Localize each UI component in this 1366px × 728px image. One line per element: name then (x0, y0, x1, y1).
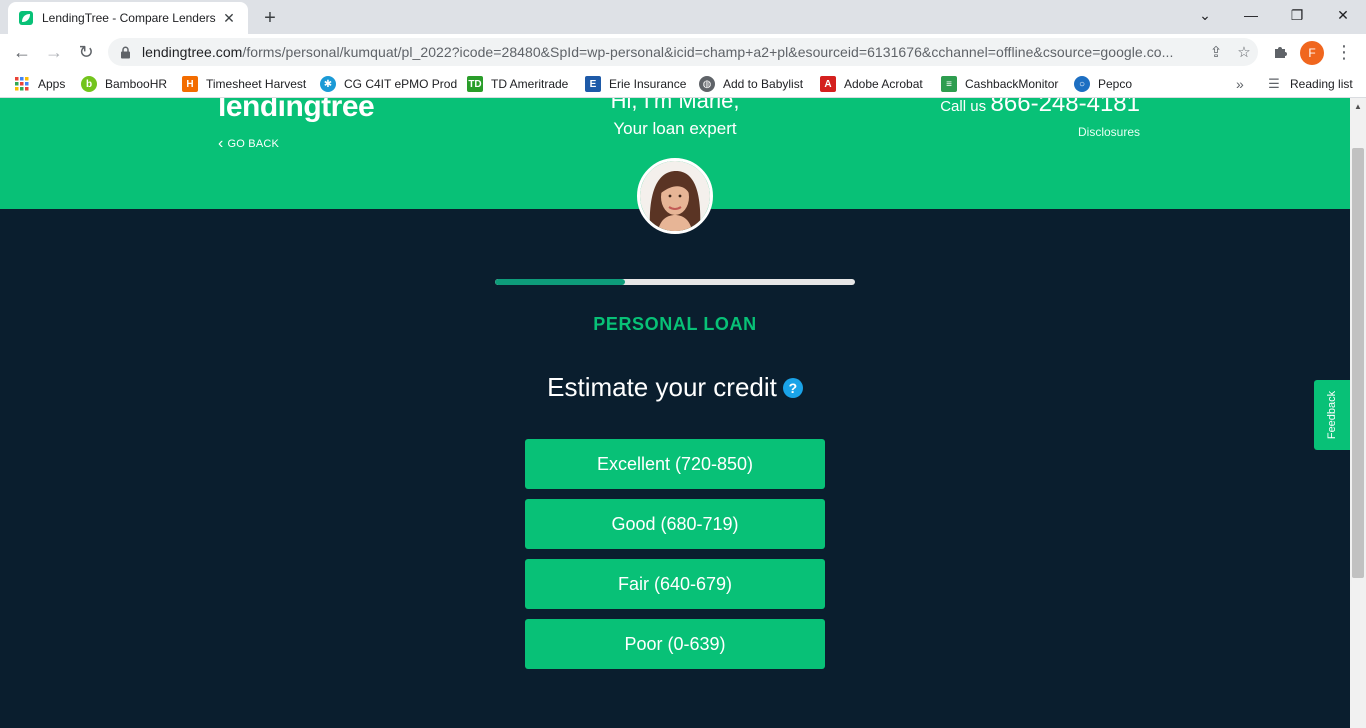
credit-option-poor[interactable]: Poor (0-639) (525, 619, 825, 669)
restore-button[interactable]: ❐ (1274, 0, 1320, 30)
bookmark-label: Pepco (1098, 77, 1133, 91)
url-text: lendingtree.com/forms/personal/kumquat/p… (142, 44, 1202, 60)
browser-tab[interactable]: LendingTree - Compare Lenders ✕ (8, 2, 248, 34)
credit-option-fair[interactable]: Fair (640-679) (525, 559, 825, 609)
bookmark-acrobat[interactable]: A Adobe Acrobat (820, 75, 923, 93)
question-text: Estimate your credit (547, 372, 777, 402)
erie-icon: E (585, 76, 601, 92)
profile-avatar[interactable]: F (1300, 41, 1324, 65)
pepco-icon: ○ (1074, 76, 1090, 92)
page-content: lendingtree ‹ GO BACK Hi, I'm Marie, You… (0, 98, 1350, 728)
reading-list-icon: ☰ (1268, 76, 1280, 91)
help-icon[interactable]: ? (782, 377, 803, 398)
bookmarks-bar: Apps b BambooHR H Timesheet Harvest ✱ CG… (0, 70, 1366, 98)
bookmark-bamboohr[interactable]: b BambooHR (81, 75, 167, 93)
url-path: /forms/personal/kumquat/pl_2022?icode=28… (242, 44, 1174, 60)
lendingtree-leaf-icon (18, 10, 34, 26)
bookmark-label: Adobe Acrobat (844, 77, 923, 91)
bookmark-harvest[interactable]: H Timesheet Harvest (182, 75, 306, 93)
chevron-left-icon: ‹ (218, 135, 224, 152)
bookmark-label: CG C4IT ePMO Prod (344, 77, 458, 91)
tab-search-icon[interactable]: ⌄ (1182, 0, 1228, 30)
acrobat-icon: A (820, 76, 836, 92)
apps-grid-icon (14, 76, 30, 92)
progress-bar (495, 279, 855, 285)
lendingtree-logo[interactable]: lendingtree (218, 98, 375, 124)
tab-title: LendingTree - Compare Lenders (42, 11, 216, 25)
expert-greeting: Hi, I'm Marie, (610, 98, 740, 113)
reading-list-label: Reading list (1290, 77, 1353, 91)
bookmark-label: Add to Babylist (723, 77, 804, 91)
menu-kebab-icon[interactable]: ⋮ (1330, 38, 1358, 66)
scroll-thumb[interactable] (1352, 148, 1364, 578)
bookmark-cashbackmonitor[interactable]: ≡ CashbackMonitor (941, 75, 1058, 93)
feedback-tab[interactable]: Feedback (1314, 380, 1350, 450)
bookmarks-overflow-icon[interactable]: » (1236, 75, 1244, 93)
bookmark-pepco[interactable]: ○ Pepco (1074, 75, 1132, 93)
progress-fill (495, 279, 625, 285)
go-back-label: GO BACK (227, 138, 280, 150)
td-icon: TD (467, 76, 483, 92)
cg-icon: ✱ (320, 76, 336, 92)
expert-avatar (637, 158, 713, 234)
reading-list-button[interactable]: ☰ Reading list (1266, 75, 1353, 93)
bookmark-label: CashbackMonitor (965, 77, 1059, 91)
credit-option-good[interactable]: Good (680-719) (525, 499, 825, 549)
question-heading: Estimate your credit ? (475, 372, 875, 403)
bookmark-label: TD Ameritrade (491, 77, 569, 91)
share-icon[interactable]: ⇪ (1202, 38, 1230, 66)
bookmark-label: Apps (38, 77, 66, 91)
call-us-label: Call us (940, 98, 987, 115)
disclosures-link[interactable]: Disclosures (1000, 125, 1140, 139)
close-icon[interactable]: ✕ (220, 9, 238, 27)
call-us: Call us 866-248-4181 (900, 98, 1140, 118)
expert-subtitle: Your loan expert (613, 119, 737, 138)
tab-strip: LendingTree - Compare Lenders ✕ + ⌄ — ❐ … (0, 0, 1366, 34)
globe-icon: ◍ (699, 76, 715, 92)
browser-toolbar: ← → ↻ lendingtree.com/forms/personal/kum… (0, 34, 1366, 70)
lock-icon (120, 45, 132, 59)
bookmark-td-ameritrade[interactable]: TD TD Ameritrade (467, 75, 568, 93)
reload-icon[interactable]: ↻ (72, 38, 100, 66)
scroll-up-arrow-icon[interactable]: ▲ (1350, 98, 1366, 114)
extensions-puzzle-icon[interactable] (1266, 38, 1294, 66)
bookmark-babylist[interactable]: ◍ Add to Babylist (699, 75, 803, 93)
phone-number[interactable]: 866-248-4181 (991, 98, 1140, 117)
feedback-label: Feedback (1326, 390, 1338, 440)
bookmark-label: BambooHR (105, 77, 168, 91)
window-close-button[interactable]: ✕ (1320, 0, 1366, 30)
credit-option-excellent[interactable]: Excellent (720-850) (525, 439, 825, 489)
back-arrow-icon[interactable]: ← (8, 38, 36, 66)
go-back-link[interactable]: ‹ GO BACK (218, 136, 279, 152)
page-scrollbar[interactable]: ▲ (1350, 98, 1366, 728)
bookmark-label: Timesheet Harvest (206, 77, 307, 91)
harvest-icon: H (182, 76, 198, 92)
new-tab-button[interactable]: + (258, 6, 282, 30)
bamboohr-icon: b (81, 76, 97, 92)
cashback-icon: ≡ (941, 76, 957, 92)
url-host: lendingtree.com (142, 44, 243, 60)
section-label: PERSONAL LOAN (593, 314, 757, 334)
bookmark-apps[interactable]: Apps (14, 75, 65, 93)
minimize-button[interactable]: — (1228, 0, 1274, 30)
bookmark-erie[interactable]: E Erie Insurance (585, 75, 686, 93)
bookmark-label: Erie Insurance (609, 77, 687, 91)
forward-arrow-icon[interactable]: → (40, 38, 68, 66)
star-icon[interactable]: ☆ (1230, 38, 1258, 66)
bookmark-cg-c4it[interactable]: ✱ CG C4IT ePMO Prod (320, 75, 457, 93)
address-bar[interactable]: lendingtree.com/forms/personal/kumquat/p… (108, 38, 1258, 66)
